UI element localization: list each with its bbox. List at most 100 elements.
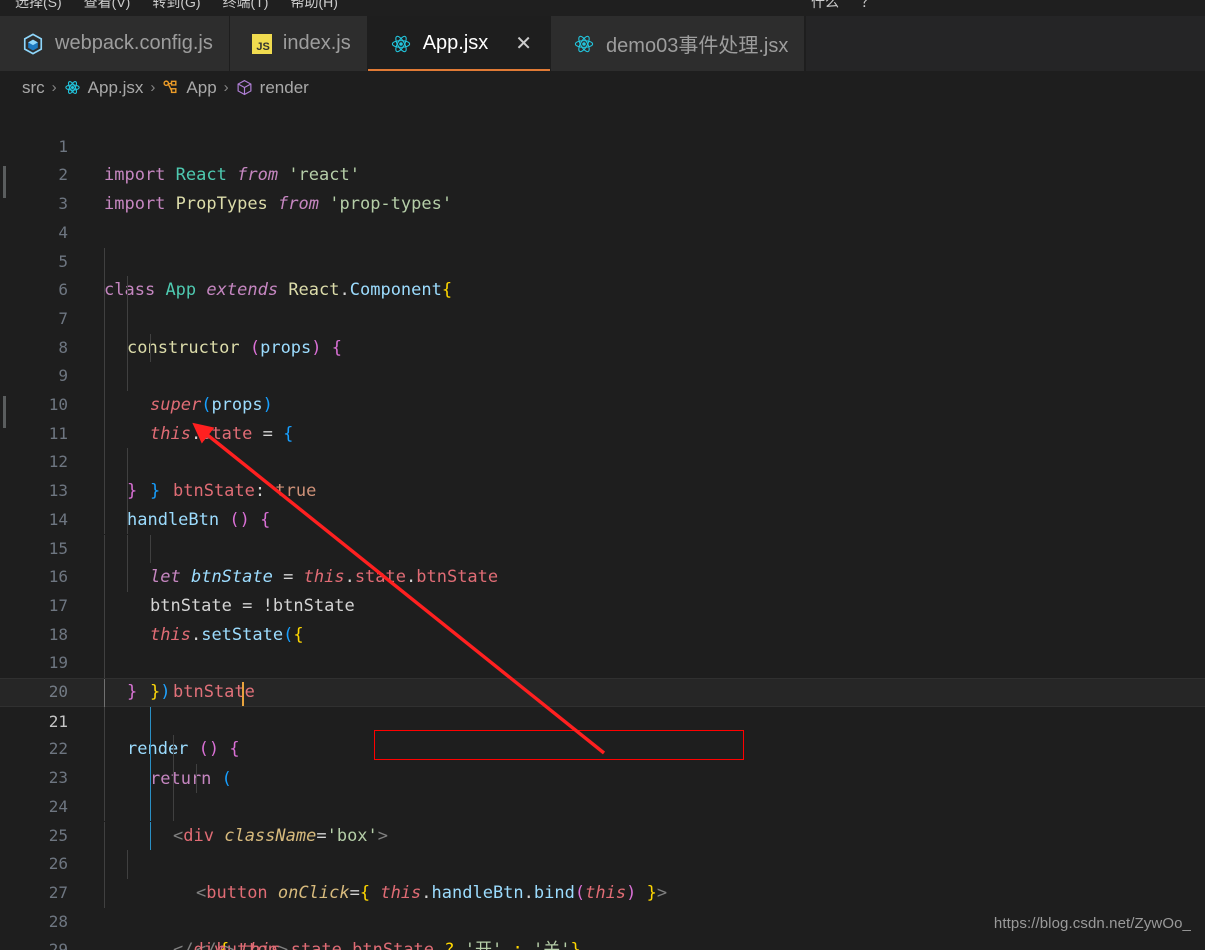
code-line: 11 } [0,391,137,501]
text-cursor [242,682,244,706]
code-line: 9 btnState: true [0,333,316,501]
indent-guide [104,821,105,851]
menu-bar-right: 什么 ？ [800,0,886,15]
breadcrumb: src › App.jsx › App › render [0,71,1205,104]
code-line: 3 [0,161,82,213]
indent-guide [196,764,197,793]
menu-item-terminal[interactable]: 终端(T) [212,0,280,14]
tab-label: index.js [282,32,351,54]
indent-guide [104,706,105,736]
code-line: 4 [0,190,82,242]
line-content: this.state = { [150,423,294,444]
indent-guide [150,534,151,564]
js-icon: JS [251,33,272,54]
line-content: <div className='box'> [173,825,389,846]
breadcrumb-item-render-method[interactable]: render [236,78,309,98]
indent-guide [104,764,105,793]
indent-guide [104,276,105,305]
indent-guide [127,304,128,334]
line-content: import React from 'react' [104,165,360,186]
indent-guide [150,792,151,822]
indent-guide [127,477,128,506]
code-line: 8 this.state = { [0,304,293,444]
react-icon [64,79,81,96]
indent-guide [127,534,128,564]
indent-guide [127,362,128,391]
code-line: 20 render () { [0,649,240,759]
tab-demo03-jsx[interactable]: demo03事件处理.jsx [551,16,806,71]
tab-webpack-config-js[interactable]: webpack.config.js [0,16,230,71]
line-content: } [127,481,138,502]
editor-tab-bar: webpack.config.js JS index.js App.jsx ✕ [0,16,1205,71]
code-line: 1 import React from 'react' [0,104,360,186]
indent-guide [104,362,105,391]
code-line: 28 } [0,878,105,931]
indent-guide [104,391,105,420]
line-content: </div> [173,936,234,950]
vscode-window: 选择(S) 查看(V) 转到(G) 终端(T) 帮助(H) 什么 ？ webpa… [0,0,1205,950]
tab-index-js[interactable]: JS index.js [229,16,368,71]
breadcrumb-separator: › [150,79,156,96]
indent-guide [150,706,151,736]
indent-guide [104,792,105,822]
code-line: 15 this.setState({ [0,505,304,645]
code-line: 26 </div> [0,821,234,950]
indent-guide [104,563,105,592]
code-line: 18 } [0,591,137,702]
react-icon [573,33,595,55]
code-line: 6 constructor (props) { [0,247,342,358]
webpack-icon [22,32,44,55]
line-content: btnState = !btnState [150,595,355,616]
breadcrumb-label: render [259,77,309,97]
indent-guide [104,649,105,678]
class-icon [162,79,179,96]
line-content: constructor (props) { [127,337,343,358]
indent-guide [104,878,105,908]
line-content: } [150,481,161,502]
menu-item-select[interactable]: 选择(S) [4,0,73,14]
indent-guide [104,505,105,535]
menu-item-view[interactable]: 查看(V) [73,0,142,14]
indent-guide [104,477,105,506]
code-line: 17 }) [0,563,171,702]
tab-label: demo03事件处理.jsx [606,35,789,57]
breadcrumb-item-src[interactable]: src [22,78,45,98]
code-line: 19 [0,620,105,672]
line-content: btnState: true [173,481,317,502]
code-line: 7 super(props) [0,276,273,415]
menu-item-help[interactable]: 帮助(H) [279,0,348,14]
code-line: 27 ) [0,850,128,902]
code-line: 22 <div className='box'> [0,706,388,846]
code-editor[interactable]: 1 import React from 'react' 2 import Pro… [0,104,1205,950]
code-line: 30 [0,936,82,950]
breadcrumb-item-app-jsx[interactable]: App.jsx [64,78,143,98]
indent-guide [104,735,105,765]
breadcrumb-separator: › [51,79,57,96]
indent-guide [104,448,105,478]
indent-guide [104,534,105,564]
line-content: let btnState = this.state.btnState [150,567,499,588]
menu-item-goto[interactable]: 转到(G) [141,0,211,14]
indent-guide [127,276,128,305]
code-line-current: 21 return ( [0,678,1205,789]
indent-guide [150,821,151,851]
close-icon[interactable]: ✕ [513,34,534,54]
line-content: class App extends React.Component{ [104,280,453,301]
line-content: super(props) [150,395,273,415]
line-content: <button onClick={ this.handleBtn.bind(th… [196,882,668,903]
indent-guide [127,448,128,478]
code-line: 13 let btnState = this.state.btnState [0,448,498,587]
indent-guide [173,764,174,793]
indent-guide [150,735,151,765]
indent-guide [127,850,128,879]
menu-bar-items: 选择(S) 查看(V) 转到(G) 终端(T) 帮助(H) [0,0,349,15]
indent-guide [104,304,105,334]
breadcrumb-item-app-class[interactable]: App [162,78,217,98]
indent-guide [104,850,105,879]
indent-guide [104,333,105,363]
tab-app-jsx[interactable]: App.jsx ✕ [367,16,552,71]
line-content: this.setState({ [150,624,304,645]
menu-item-extra-2[interactable]: ？ [850,0,886,14]
tab-label: webpack.config.js [55,32,213,54]
menu-item-extra-1[interactable]: 什么 [800,0,850,14]
